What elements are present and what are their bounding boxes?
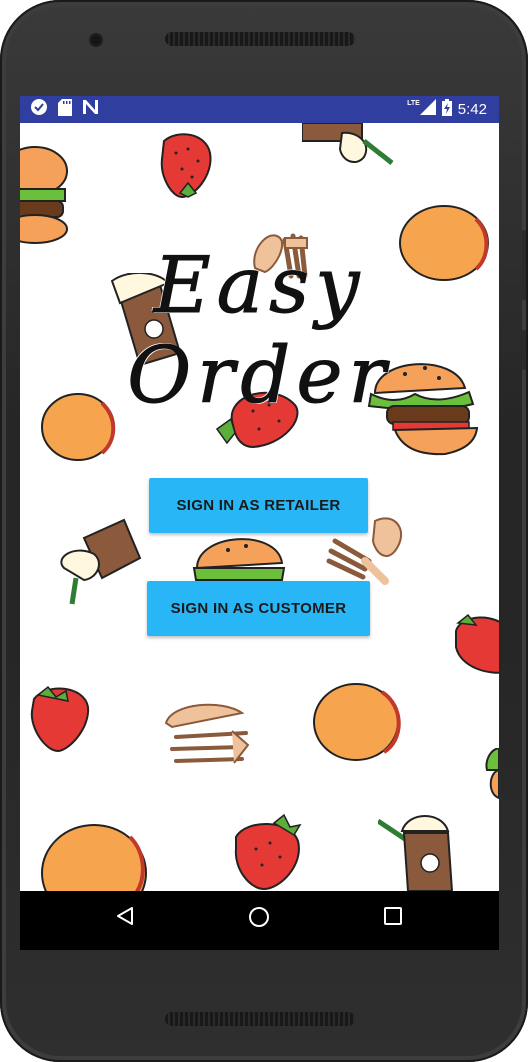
power-button [522,330,526,370]
drink-icon [378,815,454,891]
volume-button [522,230,526,300]
bottom-speaker [165,1012,355,1026]
strawberry-icon [160,133,212,199]
sign-in-retailer-button[interactable]: SIGN IN AS RETAILER [149,478,368,533]
front-camera [89,33,103,47]
sign-in-customer-button[interactable]: SIGN IN AS CUSTOMER [147,581,370,636]
status-time: 5:42 [457,101,487,118]
app-content: Easy Order SIGN IN AS RETAILER SIGN IN A… [20,123,499,891]
battery-charging-icon [441,98,452,121]
burger-icon [20,146,68,244]
burger-icon [192,538,286,581]
drink-icon [302,123,394,165]
heart-check-icon [30,98,48,121]
strawberry-icon [455,613,499,674]
n-logo-icon [82,99,99,120]
recents-icon[interactable] [382,905,404,932]
back-icon[interactable] [114,905,136,932]
phone-frame: LTE 5:42 Easy Order SIGN IN AS RETAILER … [0,0,528,1062]
network-type-label: LTE [407,100,420,107]
cookie-icon [313,683,401,761]
lte-signal-icon [419,99,436,120]
strawberry-icon [30,685,90,753]
screen: LTE 5:42 Easy Order SIGN IN AS RETAILER … [20,96,499,950]
home-icon[interactable] [247,905,271,934]
strawberry-icon [234,813,302,891]
cookie-icon [41,824,147,891]
cutlery-icon [164,703,250,764]
sd-card-icon [58,98,72,121]
drink-icon [60,518,142,605]
navigation-bar [20,891,499,950]
status-bar: LTE 5:42 [20,96,499,123]
burger-icon [485,748,499,800]
top-speaker [165,32,355,46]
app-title: Easy Order [127,241,392,422]
